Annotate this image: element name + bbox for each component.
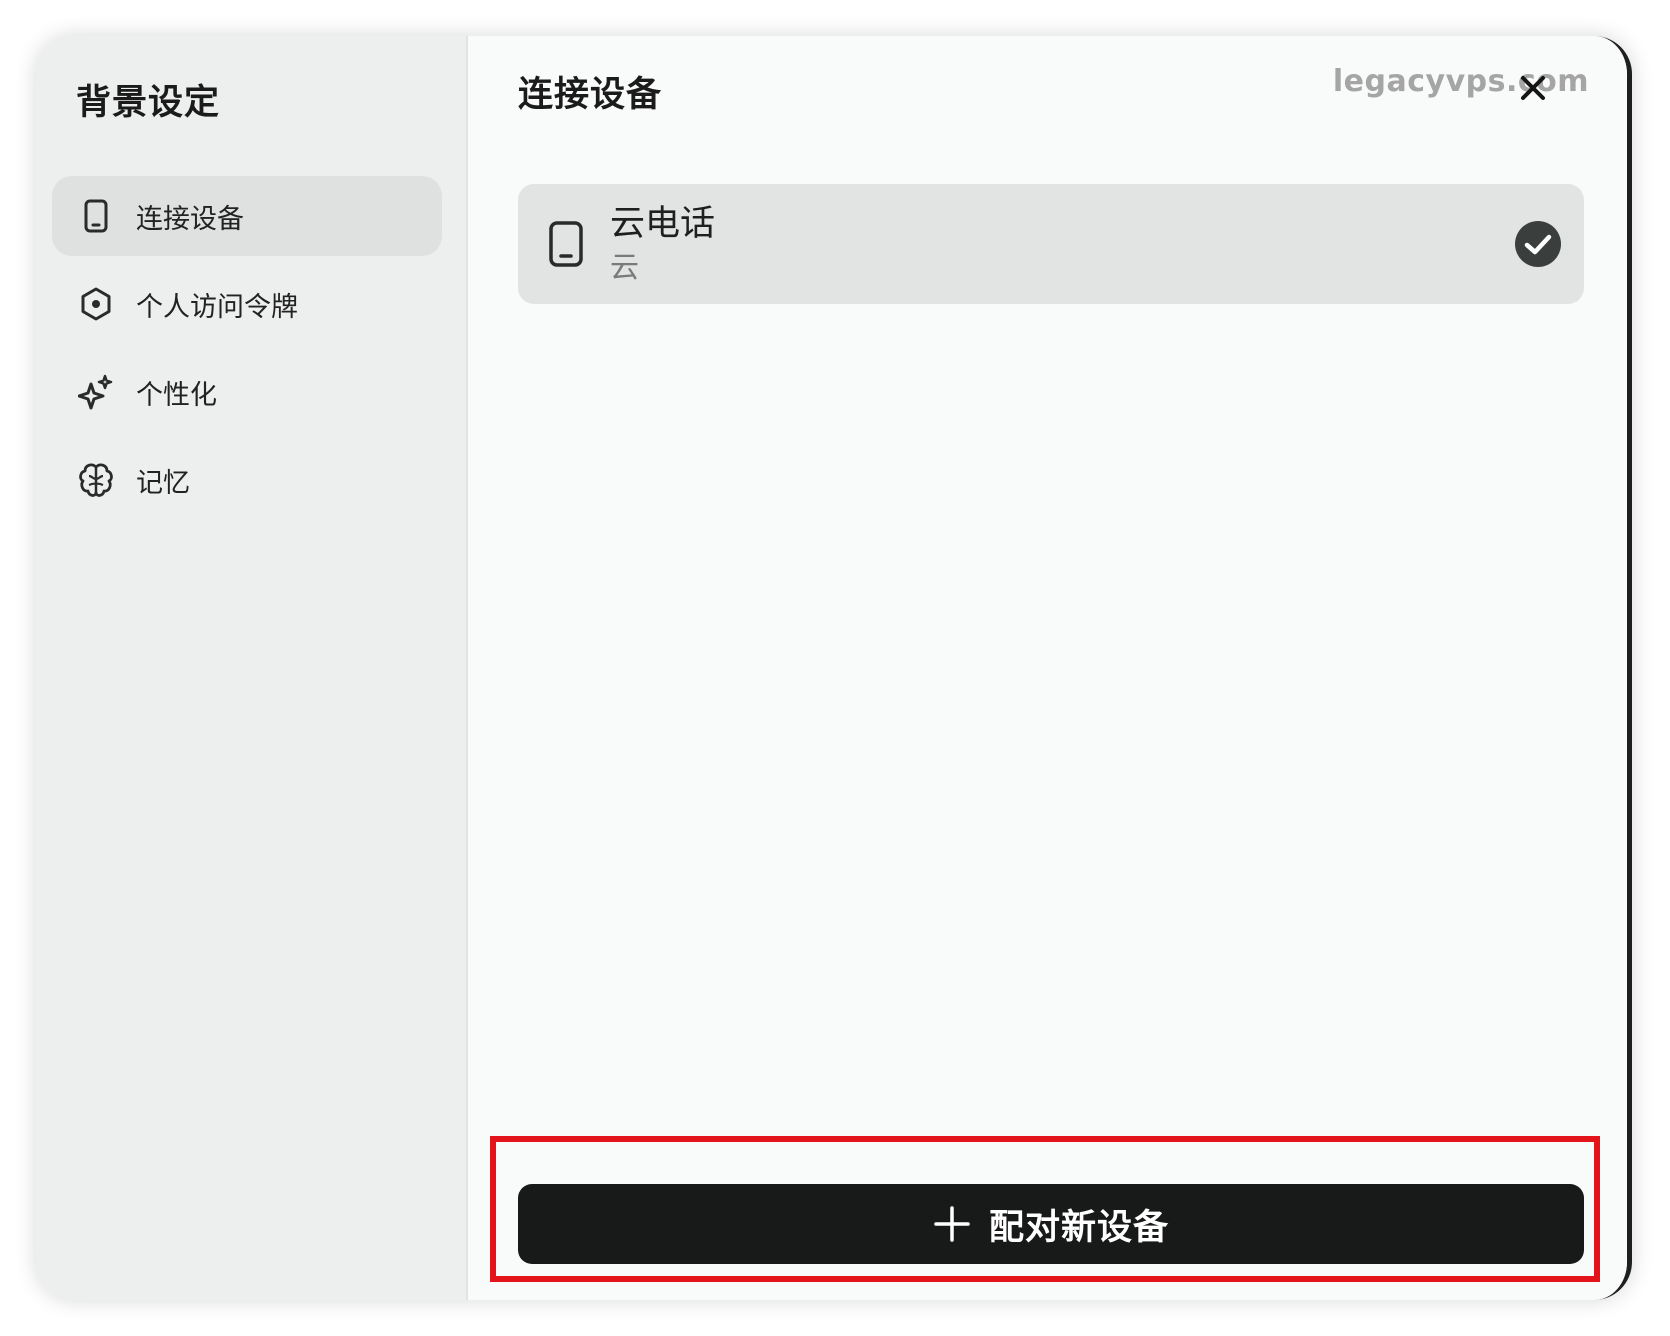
watermark: legacyvps.com	[1332, 64, 1589, 99]
pair-button-label: 配对新设备	[988, 1207, 1169, 1248]
sidebar-item-personalization[interactable]: 个性化	[52, 352, 442, 432]
sidebar-item-connected-devices[interactable]: 连接设备	[52, 176, 442, 256]
close-button[interactable]	[1517, 72, 1549, 104]
sidebar-nav: 连接设备 个人访问令牌 个性化 记忆	[52, 176, 442, 528]
sidebar-item-label: 记忆	[136, 467, 190, 499]
sparkle-icon	[78, 374, 114, 410]
device-info: 云电话 云	[610, 201, 715, 287]
check-circle-icon	[1515, 221, 1561, 267]
page-title: 连接设备	[518, 75, 663, 115]
hexagon-token-icon	[78, 286, 114, 322]
brain-icon	[78, 462, 114, 498]
sidebar-item-personal-access-tokens[interactable]: 个人访问令牌	[52, 264, 442, 344]
pair-new-device-button[interactable]: 配对新设备	[518, 1184, 1584, 1264]
sidebar-item-label: 个人访问令牌	[136, 291, 298, 323]
sidebar-title: 背景设定	[76, 83, 221, 123]
main-panel: 连接设备 legacyvps.com 云电话 云 配对新设备	[468, 36, 1627, 1300]
device-card[interactable]: 云电话 云	[518, 184, 1584, 304]
phone-icon	[78, 198, 114, 234]
device-name: 云电话	[610, 204, 716, 244]
plus-icon	[934, 1206, 970, 1242]
device-subtitle: 云	[610, 250, 640, 284]
settings-dialog: 背景设定 连接设备 个人访问令牌 个性化 记忆 连接设备 legacyvps.c…	[36, 36, 1632, 1300]
sidebar-item-label: 连接设备	[136, 203, 244, 235]
sidebar-item-memory[interactable]: 记忆	[52, 440, 442, 520]
close-icon	[1521, 76, 1545, 100]
phone-icon	[549, 221, 583, 267]
sidebar-item-label: 个性化	[136, 379, 217, 411]
sidebar: 背景设定 连接设备 个人访问令牌 个性化 记忆	[36, 36, 468, 1300]
